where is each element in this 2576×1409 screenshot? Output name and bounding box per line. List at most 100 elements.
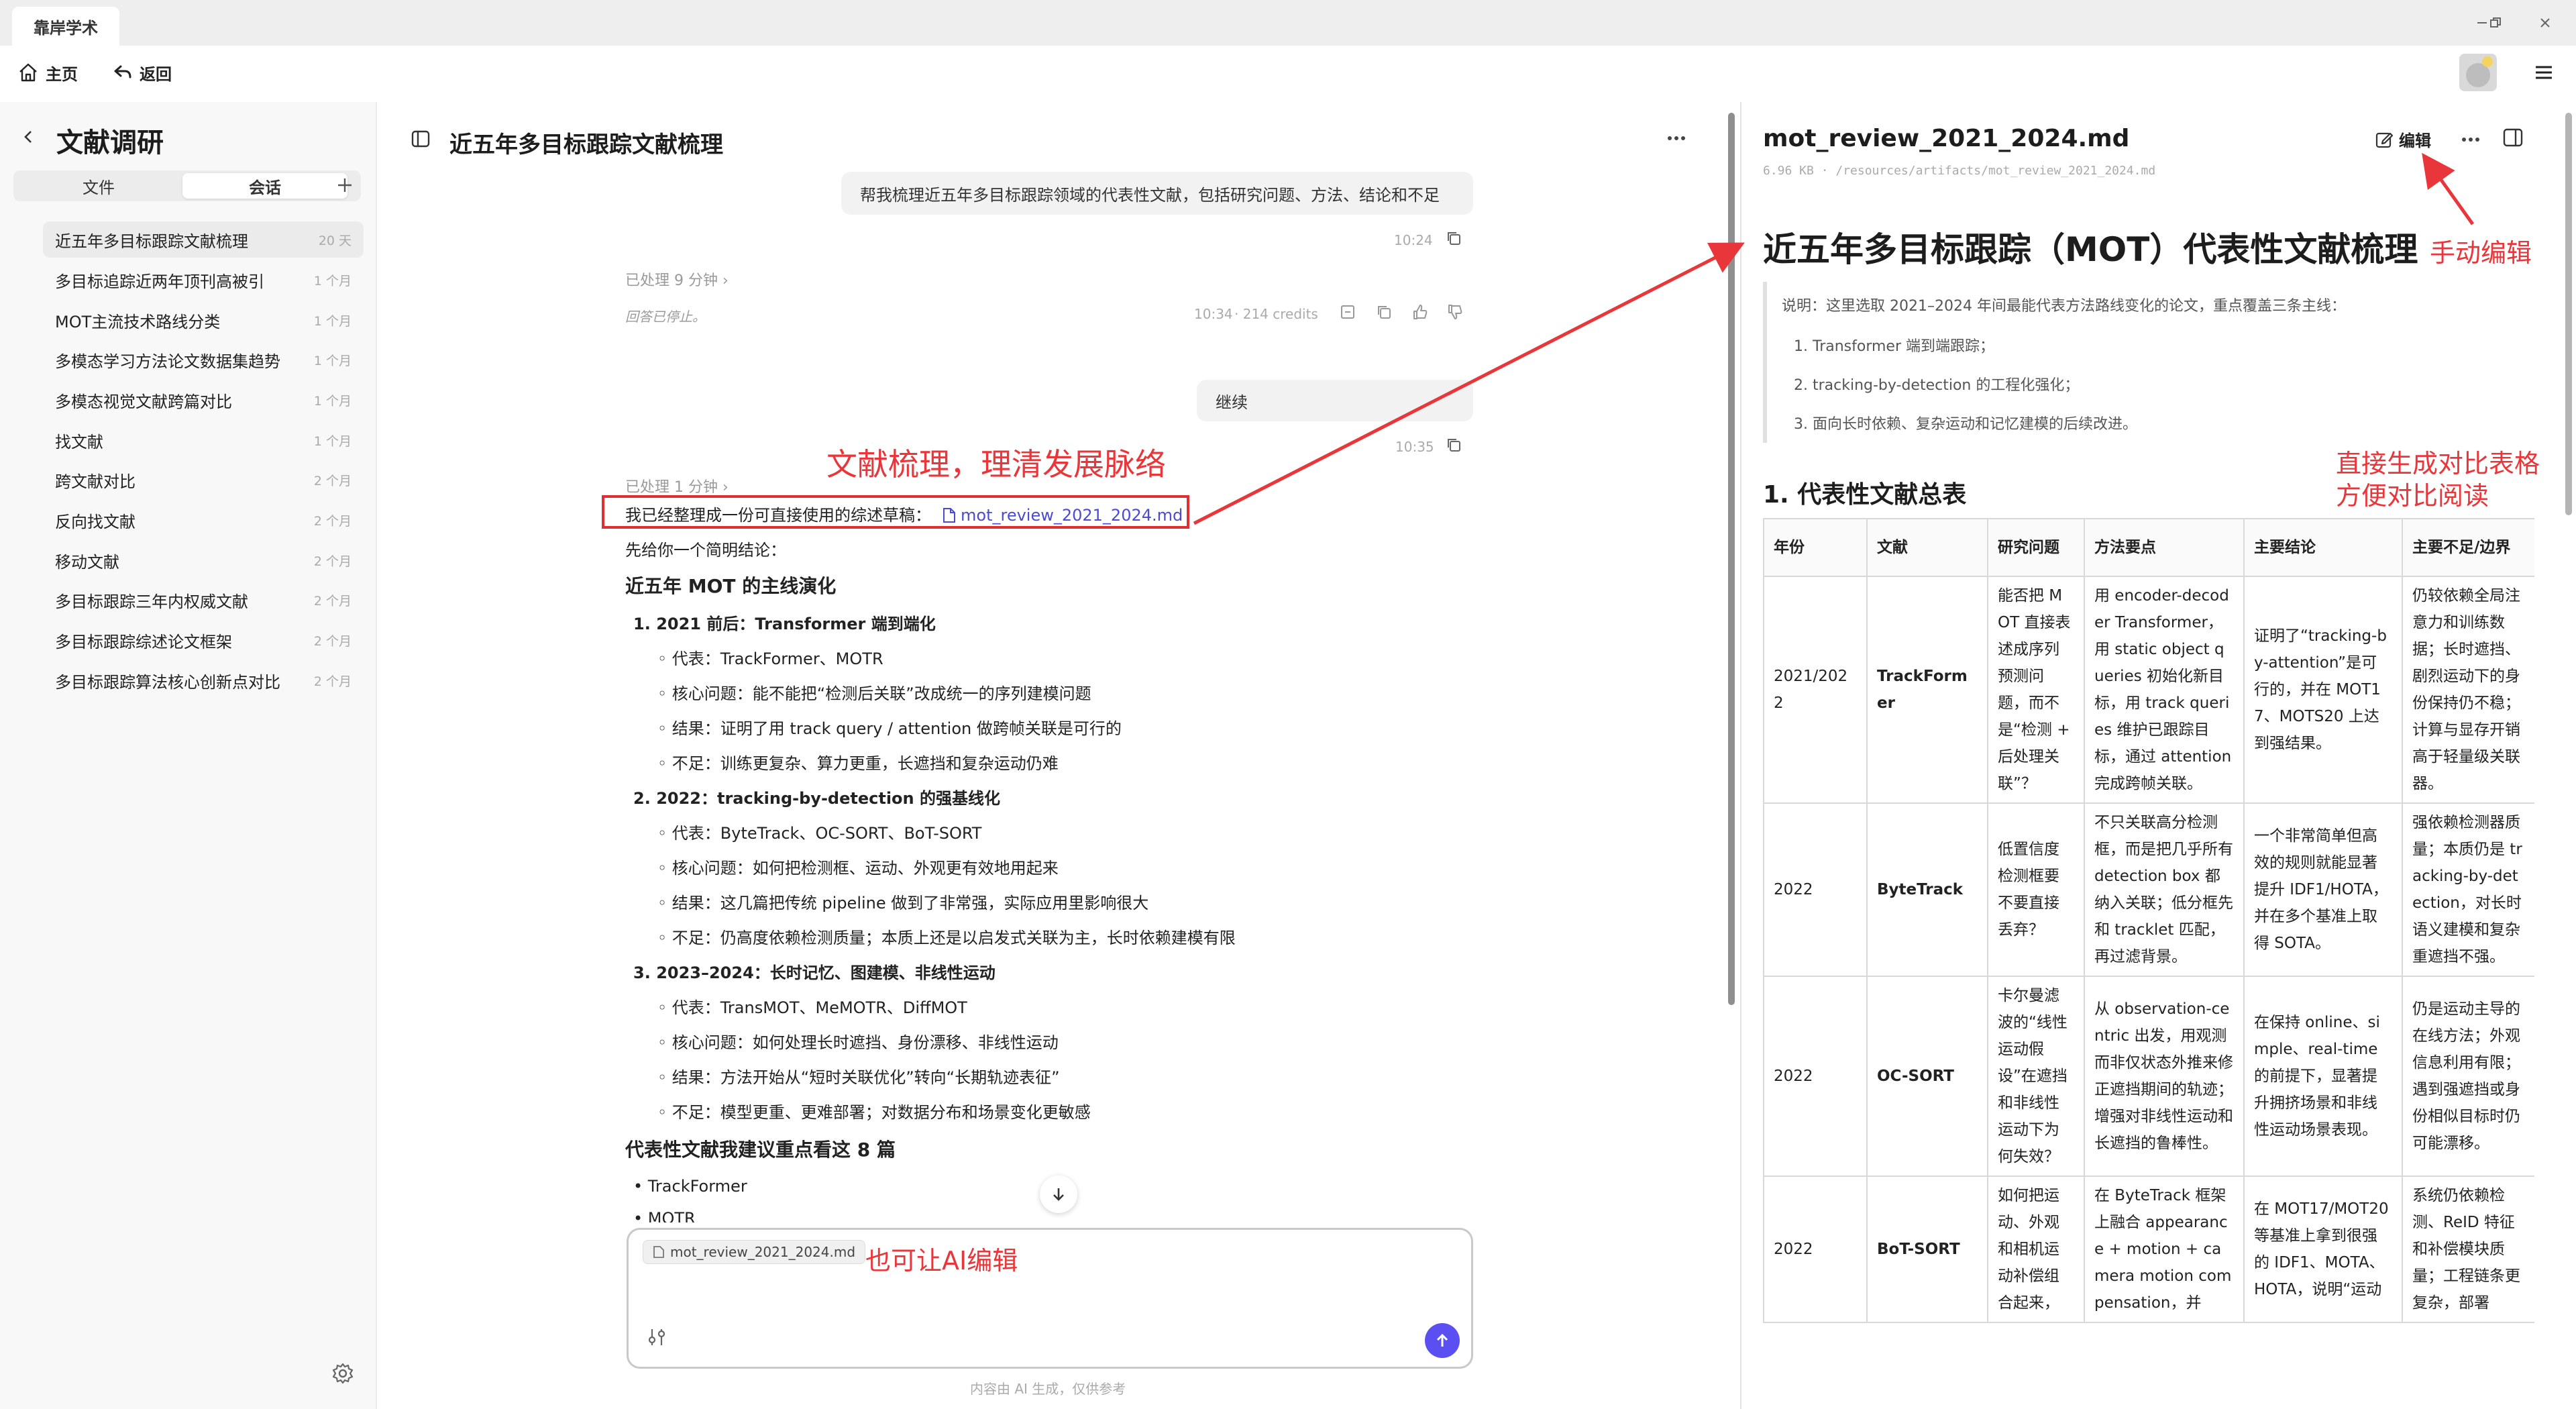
annotation-manual-edit: 手动编辑 bbox=[2430, 238, 2532, 268]
cell-problem: 如何把运动、外观和相机运动补偿组合起来， bbox=[1987, 1176, 2085, 1323]
sidebar-item-session[interactable]: 近五年多目标跟踪文献梳理 20 天 bbox=[43, 221, 364, 258]
document-more-icon[interactable] bbox=[2461, 133, 2481, 146]
quote-item: 3. 面向长时依赖、复杂运动和记忆建模的后续改进。 bbox=[1794, 416, 2137, 433]
user-message: 帮我梳理近五年多目标跟踪领域的代表性文献，包括研究问题、方法、结论和不足 bbox=[841, 172, 1473, 215]
sidebar-toggle-icon[interactable] bbox=[411, 129, 431, 149]
arrow-up-icon bbox=[1434, 1332, 1451, 1349]
session-age: 2 个月 bbox=[313, 513, 352, 529]
sidebar-item-session[interactable]: 多模态视觉文献跨篇对比 1 个月 bbox=[43, 382, 364, 418]
user-message: 继续 bbox=[1197, 380, 1473, 421]
annotation-highlight-box bbox=[602, 495, 1189, 529]
cell-method: 在 ByteTrack 框架上融合 appearance + motion + … bbox=[2084, 1176, 2245, 1323]
session-age: 1 个月 bbox=[313, 393, 352, 409]
chat-more-icon[interactable] bbox=[1666, 132, 1686, 145]
chat-scrollbar[interactable] bbox=[1728, 113, 1735, 1005]
message-time: 10:35 bbox=[1395, 439, 1434, 455]
arrow-down-icon bbox=[1050, 1186, 1067, 1203]
annotation-arrow-to-edit bbox=[2422, 152, 2475, 225]
session-label: 跨文献对比 bbox=[55, 472, 136, 491]
edit-button[interactable]: 编辑 bbox=[2375, 127, 2431, 151]
processed-label: 已处理 1 分钟 bbox=[625, 479, 718, 496]
table-section-heading: 1. 代表性文献总表 bbox=[1763, 481, 1967, 509]
session-age: 2 个月 bbox=[313, 554, 352, 569]
sidebar-item-session[interactable]: 多模态学习方法论文数据集趋势 1 个月 bbox=[43, 342, 364, 378]
session-label: 多目标跟踪算法核心创新点对比 bbox=[55, 672, 280, 692]
cell-limitation: 强依赖检测器质量；本质仍是 tracking-by-detection，对长时语… bbox=[2402, 802, 2534, 977]
credits-label: 214 credits bbox=[1242, 306, 1318, 322]
quote-intro: 说明：这里选取 2021–2024 年间最能代表方法路线变化的论文，重点覆盖三条… bbox=[1782, 298, 2346, 315]
settings-gear-icon[interactable] bbox=[331, 1362, 354, 1385]
sidebar-item-session[interactable]: MOT主流技术路线分类 1 个月 bbox=[43, 302, 364, 338]
session-label: 多目标跟踪综述论文框架 bbox=[55, 632, 232, 651]
user-message-text: 帮我梳理近五年多目标跟踪领域的代表性文献，包括研究问题、方法、结论和不足 bbox=[860, 185, 1440, 205]
table-row: 2022 OC-SORT 卡尔曼滤波的“线性运动假设”在遮挡和非线性运动下为何失… bbox=[1763, 976, 2534, 1177]
sidebar-item-session[interactable]: 多目标跟踪综述论文框架 2 个月 bbox=[43, 622, 364, 658]
document-scrollbar[interactable] bbox=[2565, 113, 2572, 515]
panel-toggle-icon[interactable] bbox=[2502, 127, 2524, 148]
scroll-down-button[interactable] bbox=[1040, 1176, 1077, 1213]
list-item: ◦ 代表：ByteTrack、OC-SORT、BoT-SORT bbox=[657, 824, 982, 843]
sidebar-title: 文献调研 bbox=[56, 127, 164, 158]
send-button[interactable] bbox=[1425, 1323, 1460, 1358]
add-session-icon[interactable] bbox=[335, 176, 354, 195]
tools-sliders-icon[interactable] bbox=[645, 1326, 668, 1349]
annotation-review: 文献梳理，理清发展脉络 bbox=[826, 446, 1166, 482]
quote-item: 1. Transformer 端到端跟踪； bbox=[1794, 338, 1994, 355]
back-button[interactable]: 返回 bbox=[113, 59, 172, 86]
table-viewport: 年份 文献 研究问题 方法要点 主要结论 主要不足/边界 2021/2022 T… bbox=[1763, 518, 2534, 1409]
avatar[interactable] bbox=[2459, 54, 2497, 91]
sidebar-item-session[interactable]: 跨文献对比 2 个月 bbox=[43, 462, 364, 498]
menu-icon[interactable] bbox=[2533, 62, 2555, 83]
session-label: 多目标跟踪三年内权威文献 bbox=[55, 592, 248, 611]
thumbs-down-icon[interactable] bbox=[1446, 303, 1464, 321]
tab-sessions[interactable]: 会话 bbox=[182, 173, 347, 199]
chip-label: mot_review_2021_2024.md bbox=[670, 1244, 856, 1260]
recommend-heading: 代表性文献我建议重点看这 8 篇 bbox=[625, 1139, 896, 1161]
document-filename: mot_review_2021_2024.md bbox=[1763, 125, 2130, 152]
save-icon[interactable] bbox=[1339, 303, 1356, 321]
cell-paper: BoT-SORT bbox=[1866, 1176, 1988, 1323]
ai-disclaimer: 内容由 AI 生成，仅供参考 bbox=[970, 1381, 1126, 1397]
collapse-sidebar-chevron-icon[interactable] bbox=[20, 129, 36, 145]
list-item: ◦ 不足：模型更重、更难部署；对数据分布和场景变化更敏感 bbox=[657, 1103, 1091, 1122]
sidebar-item-session[interactable]: 移动文献 2 个月 bbox=[43, 542, 364, 578]
cell-conclusion: 在保持 online、simple、real-time 的前提下，显著提升拥挤场… bbox=[2243, 976, 2403, 1177]
sidebar-item-session[interactable]: 多目标跟踪三年内权威文献 2 个月 bbox=[43, 582, 364, 618]
pane-divider[interactable] bbox=[1740, 102, 1741, 1409]
processed-status[interactable]: 已处理 1 分钟 › bbox=[625, 475, 729, 497]
column-header: 主要不足/边界 bbox=[2402, 518, 2534, 577]
restore-icon[interactable] bbox=[2482, 9, 2509, 36]
session-label: MOT主流技术路线分类 bbox=[55, 312, 221, 331]
copy-icon[interactable] bbox=[1445, 229, 1462, 247]
sidebar-item-session[interactable]: 多目标跟踪算法核心创新点对比 2 个月 bbox=[43, 662, 364, 698]
cell-method: 从 observation-centric 出发，用观测而非仅状态外推来修正遮挡… bbox=[2084, 976, 2245, 1177]
tab-files[interactable]: 文件 bbox=[16, 173, 181, 199]
close-icon[interactable] bbox=[2532, 9, 2559, 36]
copy-icon[interactable] bbox=[1375, 303, 1393, 321]
sidebar-item-session[interactable]: 多目标追踪近两年顶刊高被引 1 个月 bbox=[43, 262, 364, 298]
session-age: 2 个月 bbox=[313, 674, 352, 689]
home-label: 主页 bbox=[46, 64, 78, 84]
thumbs-up-icon[interactable] bbox=[1411, 303, 1429, 321]
document-blockquote: 说明：这里选取 2021–2024 年间最能代表方法路线变化的论文，重点覆盖三条… bbox=[1763, 282, 2534, 443]
column-header: 方法要点 bbox=[2084, 518, 2245, 577]
session-age: 2 个月 bbox=[313, 593, 352, 609]
home-button[interactable]: 主页 bbox=[17, 59, 78, 86]
cell-problem: 低置信度检测框要不要直接丢弃？ bbox=[1987, 802, 2085, 977]
sidebar-item-session[interactable]: 反向找文献 2 个月 bbox=[43, 502, 364, 538]
session-label: 找文献 bbox=[55, 432, 103, 452]
edit-label: 编辑 bbox=[2399, 132, 2431, 150]
copy-icon[interactable] bbox=[1445, 436, 1462, 454]
sidebar-item-session[interactable]: 找文献 1 个月 bbox=[43, 422, 364, 458]
app-tab[interactable]: 靠岸学术 bbox=[12, 7, 119, 46]
cell-problem: 卡尔曼滤波的“线性运动假设”在遮挡和非线性运动下为何失效？ bbox=[1987, 976, 2085, 1177]
attached-file-chip[interactable]: mot_review_2021_2024.md bbox=[643, 1240, 866, 1264]
processed-status[interactable]: 已处理 9 分钟 › bbox=[625, 268, 729, 290]
stage-title: 1. 2021 前后：Transformer 端到端化 bbox=[633, 615, 936, 633]
column-header: 研究问题 bbox=[1987, 518, 2085, 577]
list-item: ◦ 核心问题：能不能把“检测后关联”改成统一的序列建模问题 bbox=[657, 684, 1091, 703]
cell-year: 2022 bbox=[1763, 802, 1868, 977]
annotation-table-note: 直接生成对比表格 bbox=[2336, 449, 2540, 478]
column-header: 文献 bbox=[1866, 518, 1988, 577]
stage-title: 3. 2023–2024：长时记忆、图建模、非线性运动 bbox=[633, 963, 996, 982]
